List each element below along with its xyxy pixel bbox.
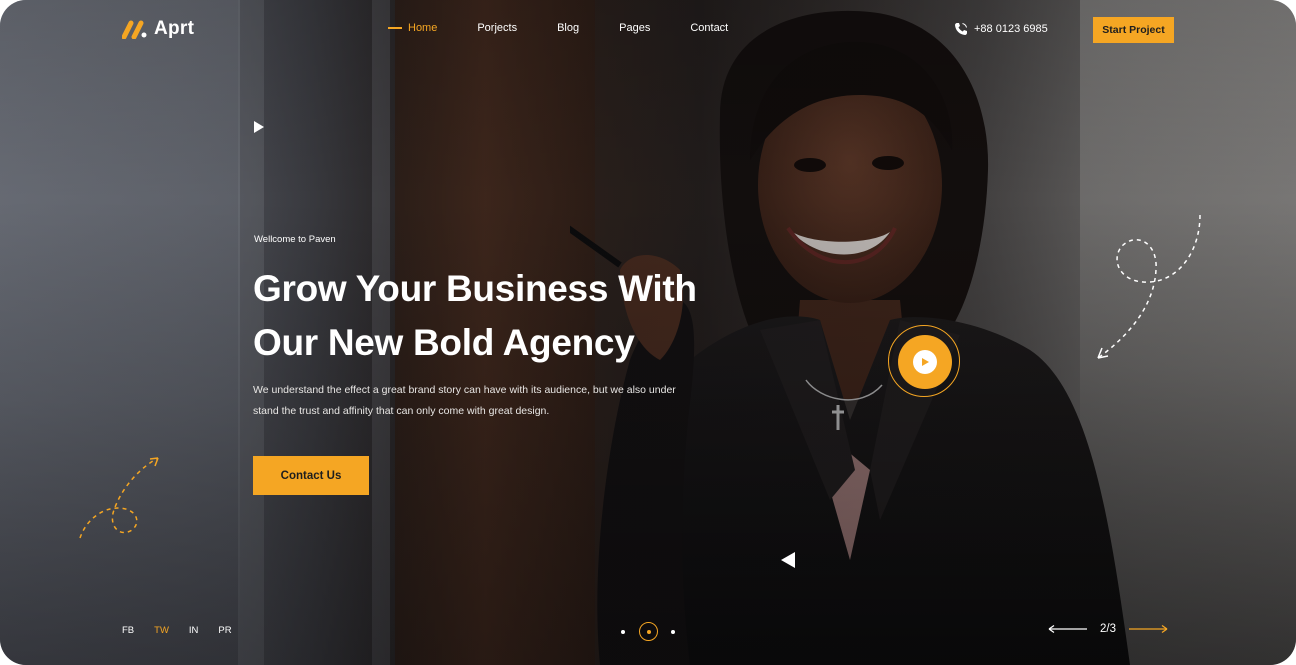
video-play-circle bbox=[898, 335, 952, 389]
video-play-button[interactable] bbox=[888, 325, 960, 397]
hero-description: We understand the effect a great brand s… bbox=[253, 380, 723, 422]
logo-mark-icon bbox=[122, 20, 147, 39]
brand-name: Aprt bbox=[154, 18, 195, 39]
dashed-arrow-decoration-icon bbox=[79, 457, 159, 539]
brand-logo[interactable]: Aprt bbox=[122, 18, 194, 40]
play-icon[interactable] bbox=[253, 121, 265, 133]
hero-eyebrow: Wellcome to Paven bbox=[254, 234, 336, 245]
nav-item-label: Porjects bbox=[477, 22, 518, 34]
contact-us-button[interactable]: Contact Us bbox=[253, 456, 369, 495]
active-indicator bbox=[388, 27, 402, 29]
nav-item-projects[interactable]: Porjects bbox=[477, 22, 517, 34]
social-link-twitter[interactable]: TW bbox=[154, 625, 169, 636]
nav-item-label: Blog bbox=[557, 22, 580, 34]
nav-item-label: Home bbox=[408, 22, 438, 34]
hero-description-line1: We understand the effect a great brand s… bbox=[253, 384, 676, 396]
nav-item-pages[interactable]: Pages bbox=[619, 22, 650, 34]
slider-dots bbox=[618, 622, 678, 642]
slider-dot-active[interactable] bbox=[639, 622, 658, 641]
phone-icon bbox=[955, 23, 967, 35]
play-circle-icon bbox=[913, 350, 937, 374]
arrow-right-icon[interactable] bbox=[1128, 624, 1168, 634]
nav-item-blog[interactable]: Blog bbox=[557, 22, 579, 34]
phone-contact[interactable]: +88 0123 6985 bbox=[954, 22, 1048, 36]
hero-title: Grow Your Business With Our New Bold Age… bbox=[253, 262, 773, 370]
hero-description-line2: stand the trust and affinity that can on… bbox=[253, 405, 550, 417]
slide-pagination: 2/3 bbox=[1048, 623, 1168, 635]
social-link-facebook[interactable]: FB bbox=[122, 625, 134, 636]
slide-counter: 2/3 bbox=[1100, 623, 1116, 635]
dashed-arrow-decoration-icon bbox=[1097, 214, 1201, 359]
nav-item-home[interactable]: Home bbox=[388, 22, 437, 34]
play-icon bbox=[922, 358, 929, 366]
social-link-instagram[interactable]: IN bbox=[189, 625, 199, 636]
nav-item-label: Pages bbox=[619, 22, 651, 34]
slider-dot[interactable] bbox=[671, 630, 675, 634]
slider-dot[interactable] bbox=[621, 630, 625, 634]
nav-item-contact[interactable]: Contact bbox=[690, 22, 728, 34]
arrow-left-icon[interactable] bbox=[1048, 624, 1088, 634]
hero-title-line1: Grow Your Business With bbox=[253, 268, 697, 309]
nav-item-label: Contact bbox=[690, 22, 729, 34]
social-links: FB TW IN PR bbox=[122, 625, 252, 636]
hero-title-line2: Our New Bold Agency bbox=[253, 322, 635, 363]
social-link-pinterest[interactable]: PR bbox=[218, 625, 231, 636]
main-navigation: Home Porjects Blog Pages Contact bbox=[388, 22, 768, 34]
hero-section: Aprt Home Porjects Blog Pages Contact +8… bbox=[0, 0, 1296, 665]
start-project-button[interactable]: Start Project bbox=[1093, 17, 1174, 43]
triangle-left-icon[interactable] bbox=[780, 551, 796, 569]
phone-number: +88 0123 6985 bbox=[974, 23, 1048, 35]
